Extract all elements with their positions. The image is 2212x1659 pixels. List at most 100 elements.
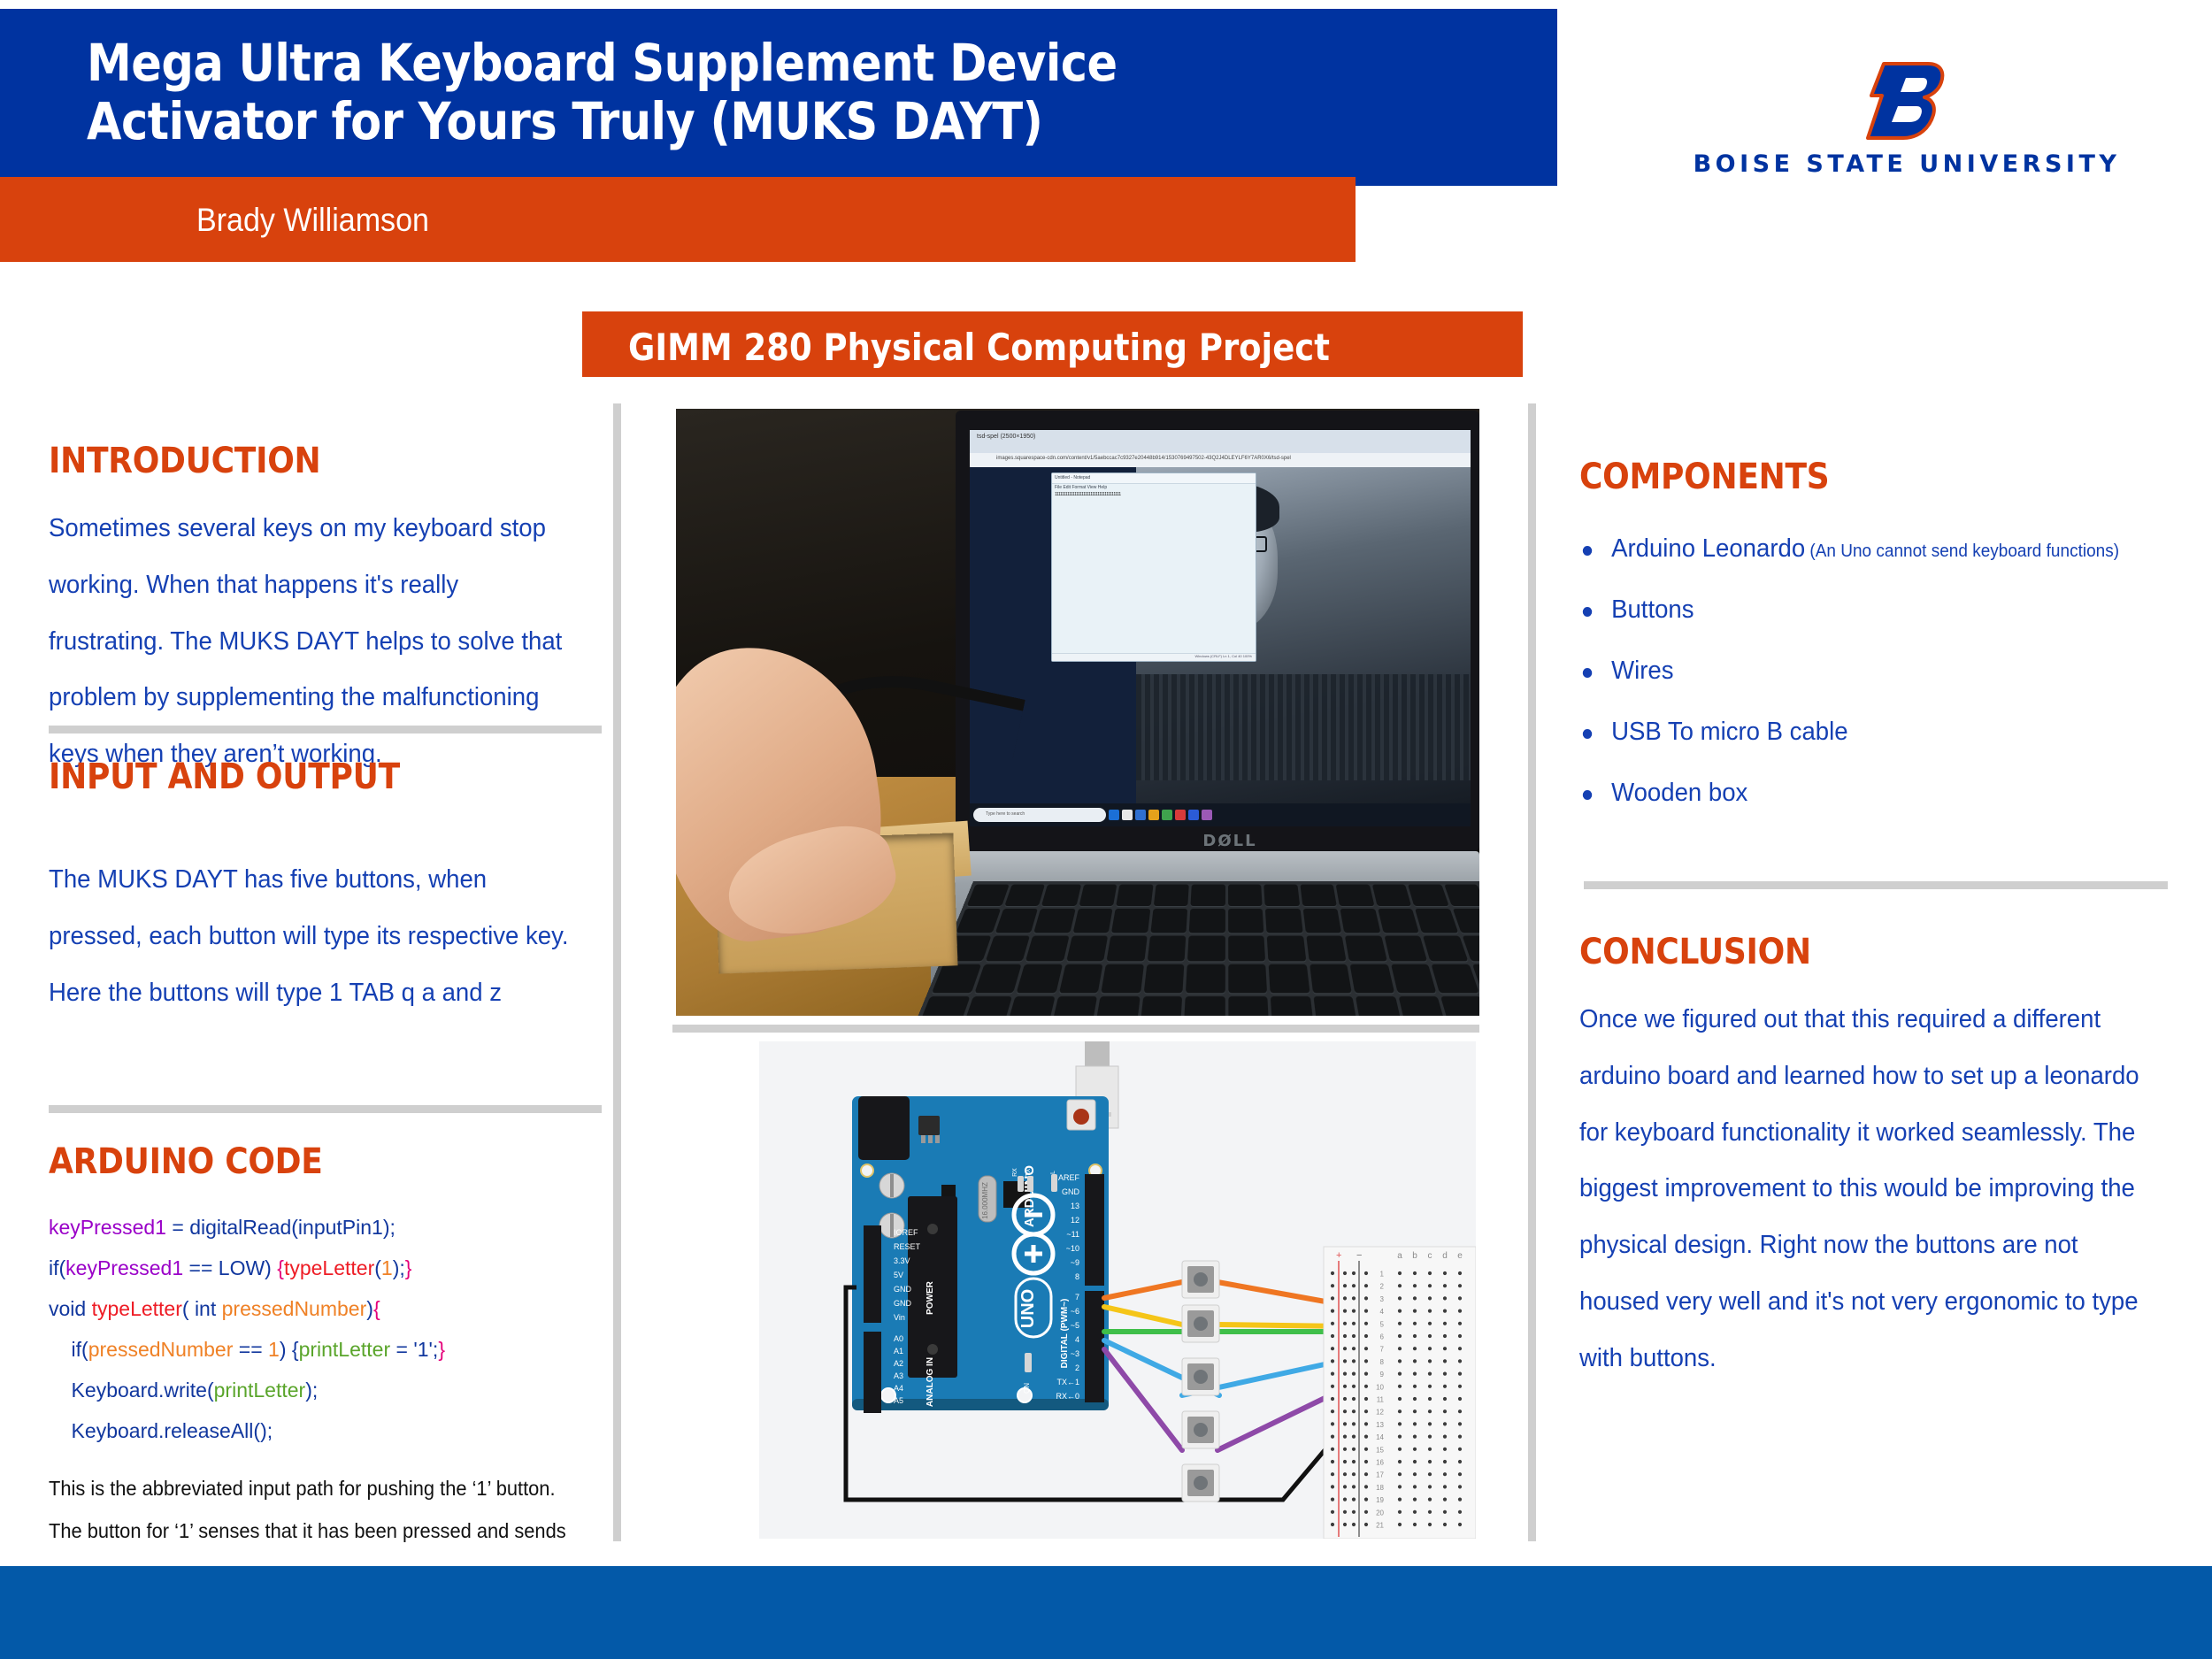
photo-notepad-titlebar: Untitled - Notepad (1052, 473, 1256, 484)
section-arduino-code: ARDUINO CODE keyPressed1 = digitalRead(i… (49, 1141, 602, 1595)
photo-key (1443, 884, 1479, 907)
breadboard-hole (1397, 1347, 1402, 1351)
svg-text:−: − (1356, 1250, 1362, 1261)
bullet-icon (1582, 729, 1593, 739)
breadboard-rail-hole (1342, 1422, 1348, 1426)
photo-key (1349, 964, 1394, 993)
photo-key (1153, 884, 1189, 907)
breadboard-rail-hole (1363, 1447, 1369, 1451)
breadboard-rail-hole (1330, 1296, 1335, 1301)
svg-text:13: 13 (1071, 1202, 1079, 1210)
code-token: if( (49, 1256, 66, 1279)
breadboard-hole (1397, 1371, 1402, 1376)
breadboard-rail-hole (1330, 1384, 1335, 1388)
photo-key (1149, 909, 1188, 933)
breadboard-rail-hole (1351, 1384, 1356, 1388)
pushbutton (1181, 1357, 1220, 1396)
code-token: = '1'; (390, 1338, 439, 1361)
breadboard-hole (1442, 1459, 1448, 1464)
breadboard-rail-hole (1330, 1371, 1335, 1376)
breadboard-hole (1442, 1371, 1448, 1376)
power-header (864, 1225, 881, 1323)
photo-key (1227, 964, 1268, 993)
code-token: if( (49, 1338, 88, 1361)
bullet-icon (1582, 546, 1593, 556)
photo-key (1335, 884, 1375, 907)
section-conclusion: CONCLUSION Once we figured out that this… (1579, 932, 2190, 1387)
svg-text:~3: ~3 (1071, 1349, 1079, 1358)
breadboard-hole (1442, 1347, 1448, 1351)
breadboard-rail-hole (1330, 1485, 1335, 1489)
breadboard-hole (1427, 1409, 1432, 1414)
svg-text:GND: GND (1062, 1187, 1080, 1196)
breadboard-hole (1457, 1522, 1463, 1527)
photo-key (1041, 884, 1081, 907)
code-token: { (271, 1256, 284, 1279)
code-token: ) (366, 1297, 373, 1320)
photo-key (1440, 995, 1479, 1016)
svg-text:3.3V: 3.3V (894, 1256, 910, 1265)
digital-section-label: DIGITAL (PWM~) (1060, 1299, 1070, 1369)
photo-key (1058, 964, 1103, 993)
breadboard-hole (1397, 1359, 1402, 1363)
breadboard-rail-hole (1342, 1309, 1348, 1313)
breadboard-hole (1412, 1284, 1417, 1288)
breadboard-hole (1442, 1333, 1448, 1339)
svg-text:~11: ~11 (1066, 1230, 1079, 1239)
breadboard-hole (1412, 1472, 1417, 1477)
code-line: void typeLetter( int pressedNumber){ (49, 1288, 602, 1329)
breadboard-rail-hole (1342, 1497, 1348, 1502)
photo-notepad-menubar: File Edit Format View Help (1055, 485, 1108, 490)
breadboard-column-label: e (1457, 1251, 1463, 1261)
breadboard-rail-hole (1342, 1396, 1348, 1402)
photo-key (1408, 884, 1449, 907)
photo-key (1187, 935, 1225, 962)
breadboard-rail-hole (1351, 1396, 1356, 1402)
breadboard-rail-hole (1330, 1409, 1335, 1414)
input-output-heading: INPUT AND OUTPUT (49, 757, 400, 797)
breadboard-row-label: 19 (1376, 1496, 1384, 1504)
breadboard-hole (1397, 1459, 1402, 1464)
breadboard-rail-hole (1363, 1371, 1369, 1376)
component-item: Wooden box (1579, 779, 2160, 808)
breadboard-hole (1457, 1409, 1463, 1414)
code-line: if(pressedNumber == 1) {printLetter = '1… (49, 1329, 602, 1370)
breadboard-hole (1397, 1497, 1402, 1502)
input-output-body: The MUKS DAYT has five buttons, when pre… (49, 865, 569, 1007)
svg-text:RX: RX (1012, 1168, 1018, 1177)
breadboard-hole (1427, 1359, 1432, 1363)
breadboard-rail-hole (1363, 1384, 1369, 1388)
photo-key (1268, 964, 1310, 993)
breadboard-hole (1457, 1472, 1463, 1477)
svg-text:8: 8 (1075, 1272, 1079, 1281)
photo-key (1302, 909, 1342, 933)
breadboard-rail-hole (1363, 1359, 1369, 1363)
breadboard-hole (1397, 1396, 1402, 1402)
breadboard-rail-hole (1330, 1509, 1335, 1514)
components-heading: COMPONENTS (1579, 457, 1830, 497)
pushbutton (1181, 1410, 1220, 1449)
breadboard-rail-hole (1363, 1497, 1369, 1502)
breadboard-hole (1457, 1284, 1463, 1288)
breadboard-rail-hole (1363, 1333, 1369, 1339)
breadboard-hole (1427, 1447, 1432, 1451)
code-token: ( int (181, 1297, 222, 1320)
component-label: Wooden box (1611, 779, 1748, 807)
photo-key (1340, 909, 1380, 933)
photo-key (1183, 995, 1225, 1016)
breadboard-hole (1412, 1371, 1417, 1376)
photo-key (985, 935, 1031, 962)
photo-key (1016, 964, 1063, 993)
breadboard-hole (1427, 1333, 1432, 1339)
svg-text:2: 2 (1075, 1363, 1079, 1372)
breadboard-hole (1412, 1459, 1417, 1464)
boise-state-logo: BOISE STATE UNIVERSITY (1686, 60, 2128, 193)
photo-key (1397, 995, 1447, 1016)
code-token: ( (374, 1256, 381, 1279)
photo-key (1110, 909, 1150, 933)
photo-key (1266, 935, 1306, 962)
bullet-icon (1582, 668, 1593, 678)
photo-key (1390, 964, 1437, 993)
breadboard-hole (1442, 1509, 1448, 1514)
code-token: 1 (268, 1338, 280, 1361)
